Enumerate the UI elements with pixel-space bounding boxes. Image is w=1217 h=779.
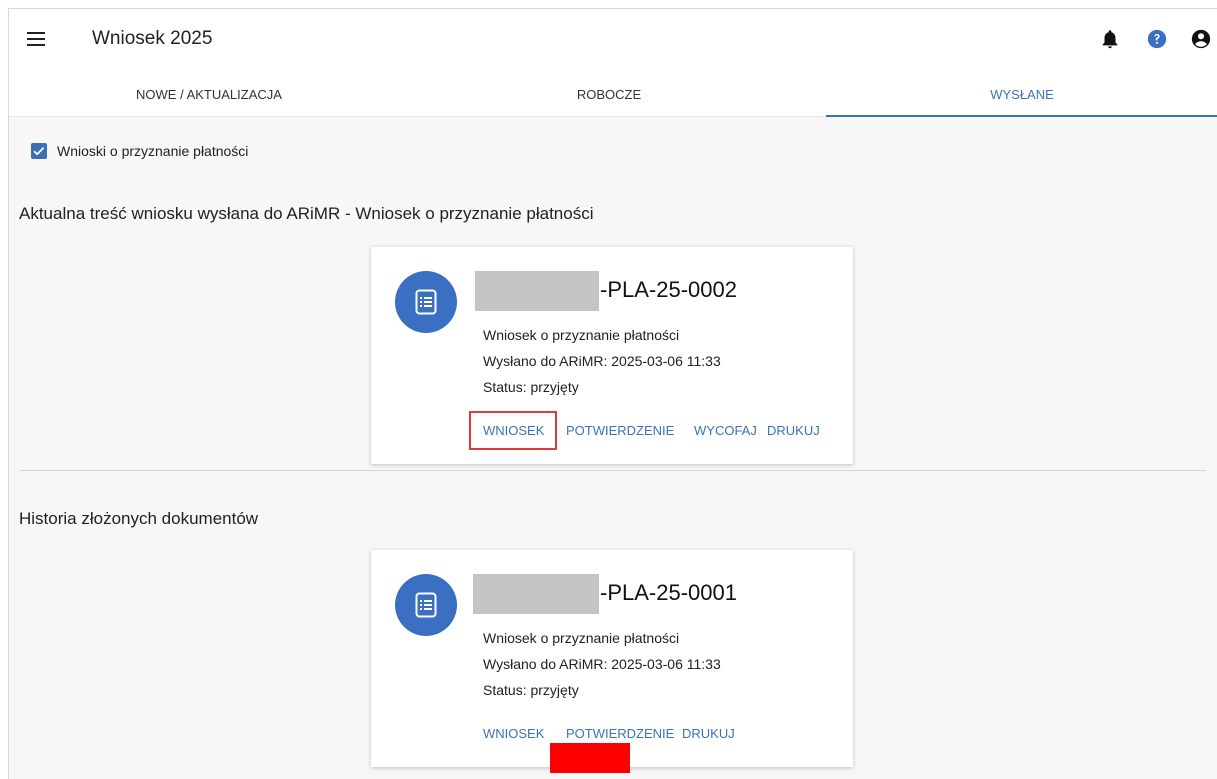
document-type: Wniosek o przyznanie płatności [483, 630, 680, 646]
document-number: -PLA-25-0001 [600, 580, 737, 605]
current-section-heading: Aktualna treść wniosku wysłana do ARiMR … [19, 204, 594, 223]
document-icon [395, 574, 457, 636]
redacted-block [473, 574, 599, 614]
potwierdzenie-button[interactable]: POTWIERDZENIE [566, 423, 674, 438]
account-icon[interactable] [1190, 28, 1212, 50]
tab-nowe-aktualizacja[interactable]: NOWE / AKTUALIZACJA [9, 73, 409, 116]
check-icon [33, 146, 45, 156]
wniosek-button[interactable]: WNIOSEK [483, 423, 544, 438]
document-status: Status: przyjęty [483, 682, 579, 698]
red-marker [550, 743, 630, 773]
app-window: Wniosek 2025 NOWE / AKTUALIZACJA ROBOCZE… [8, 8, 1217, 779]
bell-icon[interactable] [1099, 28, 1121, 50]
menu-icon[interactable] [27, 31, 47, 47]
tab-wyslane[interactable]: WYSŁANE [826, 73, 1217, 117]
document-icon [395, 271, 457, 333]
sent-date: Wysłano do ARiMR: 2025-03-06 11:33 [483, 353, 721, 369]
redacted-block [475, 271, 599, 311]
help-icon[interactable] [1146, 28, 1168, 50]
top-bar: Wniosek 2025 [9, 9, 1217, 73]
tab-bar: NOWE / AKTUALIZACJA ROBOCZE WYSŁANE [9, 73, 1217, 117]
filter-checkbox-label: Wnioski o przyznanie płatności [57, 143, 249, 159]
document-status: Status: przyjęty [483, 379, 579, 395]
tab-robocze[interactable]: ROBOCZE [409, 73, 809, 116]
history-section-heading: Historia złożonych dokumentów [19, 509, 259, 528]
document-type: Wniosek o przyznanie płatności [483, 327, 680, 343]
history-application-card: -PLA-25-0001 Wniosek o przyznanie płatno… [371, 550, 853, 767]
current-application-card: -PLA-25-0002 Wniosek o przyznanie płatno… [371, 247, 853, 464]
filter-checkbox[interactable] [31, 143, 47, 159]
potwierdzenie-button[interactable]: POTWIERDZENIE [566, 726, 674, 741]
app-title: Wniosek 2025 [92, 28, 213, 49]
section-divider [19, 470, 1206, 471]
wycofaj-button[interactable]: WYCOFAJ [694, 423, 757, 438]
drukuj-button[interactable]: DRUKUJ [767, 423, 820, 438]
document-number: -PLA-25-0002 [600, 277, 737, 302]
sent-date: Wysłano do ARiMR: 2025-03-06 11:33 [483, 656, 721, 672]
drukuj-button[interactable]: DRUKUJ [682, 726, 735, 741]
wniosek-button[interactable]: WNIOSEK [483, 726, 544, 741]
